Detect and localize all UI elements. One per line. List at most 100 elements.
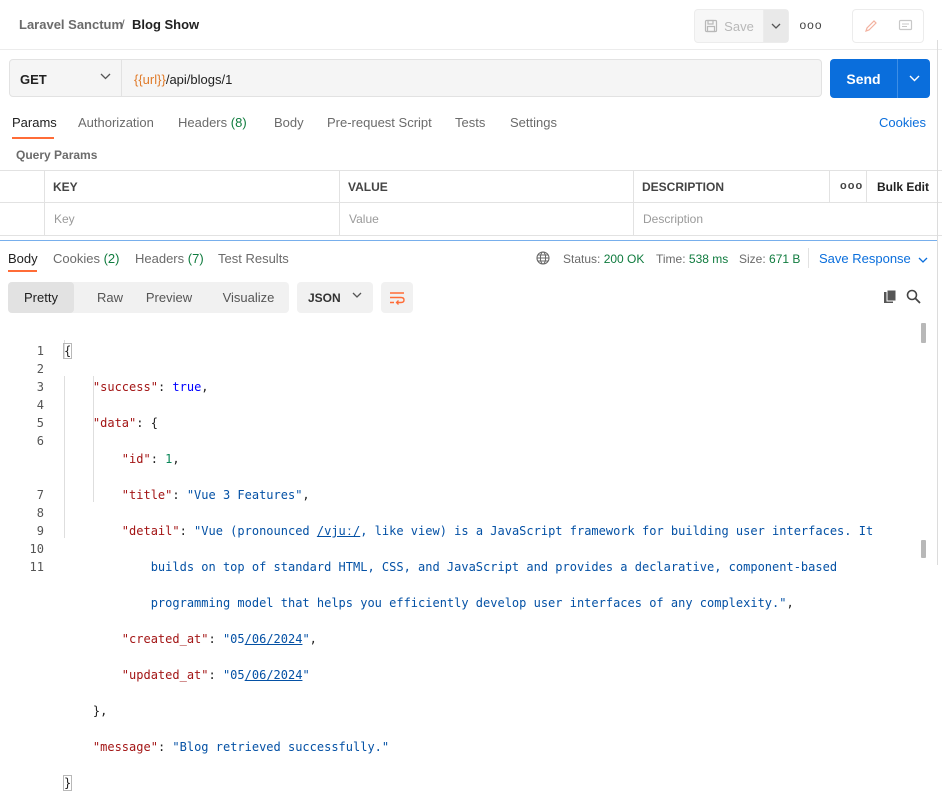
tab-settings[interactable]: Settings [510, 115, 557, 130]
time-readout[interactable]: Time: 538 ms [656, 252, 728, 266]
request-name[interactable]: Blog Show [132, 17, 199, 32]
table-col-divider [339, 170, 340, 235]
pencil-icon [864, 20, 877, 32]
tab-headers-label: Headers [178, 115, 228, 130]
response-tab-headers[interactable]: Headers (7) [135, 251, 204, 266]
send-dropdown-button[interactable] [898, 59, 930, 98]
line-number [14, 450, 44, 468]
copy-icon[interactable] [883, 289, 898, 304]
json-value: programming model that helps you efficie… [150, 596, 787, 610]
comment-icon [898, 19, 913, 31]
param-key-input[interactable]: Key [54, 212, 75, 226]
json-value: , like view) is a JavaScript framework f… [360, 524, 874, 538]
save-dropdown-button[interactable] [764, 10, 788, 42]
view-pretty-button[interactable]: Pretty [8, 282, 74, 313]
wrap-lines-button[interactable] [381, 282, 413, 313]
save-response-button[interactable]: Save Response [819, 251, 928, 266]
code-scrollbar-thumb[interactable] [921, 323, 926, 343]
table-border-mid [0, 202, 942, 203]
json-value: "Vue (pronounced [194, 524, 317, 538]
status-readout[interactable]: Status: 200 OK [563, 252, 644, 266]
response-tab-test-results[interactable]: Test Results [218, 251, 289, 266]
json-key: "detail" [121, 524, 180, 538]
response-code[interactable]: { "success": true, "data": { "id": 1, "t… [62, 324, 874, 810]
chevron-down-icon [909, 75, 919, 82]
cookies-link[interactable]: Cookies [879, 115, 926, 130]
url-variable: {{url}} [134, 72, 166, 87]
line-number: 1 [36, 344, 44, 358]
side-panel-icons [852, 9, 924, 43]
json-key: "title" [121, 488, 173, 502]
size-label: Size: [739, 252, 766, 266]
response-tab-body[interactable]: Body [8, 251, 38, 266]
format-select[interactable]: JSON [297, 282, 373, 313]
table-col-divider [44, 170, 45, 235]
format-label: JSON [308, 291, 341, 305]
save-response-label: Save Response [819, 251, 911, 266]
param-description-input[interactable]: Description [643, 212, 703, 226]
json-value: " [302, 632, 310, 646]
line-number: 10 [29, 542, 44, 556]
json-value-link[interactable]: /06/2024 [245, 632, 303, 646]
more-options-button[interactable]: ooo [799, 14, 822, 36]
time-label: Time: [656, 252, 686, 266]
line-number: 11 [29, 560, 44, 574]
json-key: "message" [92, 740, 158, 754]
tab-authorization[interactable]: Authorization [78, 115, 154, 130]
line-number: 5 [36, 416, 44, 430]
search-icon[interactable] [906, 289, 921, 304]
code-scrollbar-marker[interactable] [921, 540, 926, 558]
method-select[interactable]: GET [9, 59, 122, 97]
json-value-link[interactable]: /vjuː/ [317, 524, 360, 538]
column-header-key: KEY [53, 180, 78, 194]
line-number: 7 [36, 488, 44, 502]
json-key: "id" [121, 452, 151, 466]
table-more-button[interactable]: ooo [840, 180, 863, 192]
table-border-bottom [0, 235, 942, 236]
param-value-input[interactable]: Value [349, 212, 379, 226]
active-tab-indicator [12, 137, 54, 139]
view-preview-button[interactable]: Preview [141, 282, 197, 313]
response-tab-headers-label: Headers [135, 251, 185, 266]
tab-headers[interactable]: Headers (8) [178, 115, 247, 130]
chevron-down-icon [100, 73, 111, 80]
response-tab-cookies-label: Cookies [53, 251, 100, 266]
response-tab-headers-count: (7) [187, 251, 204, 266]
response-pane-divider[interactable] [0, 240, 938, 241]
size-readout[interactable]: Size: 671 B [739, 252, 800, 266]
status-label: Status: [563, 252, 601, 266]
breadcrumb-separator: / [121, 17, 125, 32]
edit-button[interactable] [853, 10, 888, 42]
line-number [14, 468, 44, 486]
view-raw-button[interactable]: Raw [78, 282, 142, 313]
chevron-down-icon [918, 257, 928, 263]
bulk-edit-button[interactable]: Bulk Edit [877, 180, 929, 194]
view-visualize-button[interactable]: Visualize [211, 282, 286, 313]
tab-body[interactable]: Body [274, 115, 304, 130]
save-button-group: Save [694, 9, 789, 43]
json-value: "Blog retrieved successfully." [172, 740, 390, 754]
line-number: 3 [36, 380, 44, 394]
tab-params[interactable]: Params [12, 115, 57, 130]
url-input[interactable]: {{url}}/api/blogs/1 [122, 59, 822, 97]
json-value: 1 [165, 452, 173, 466]
line-numbers: 1 2 3 4 5 6 7 8 9 10 11 [14, 324, 44, 594]
json-value-link[interactable]: /06/2024 [245, 668, 303, 682]
send-button[interactable]: Send [830, 59, 897, 98]
chevron-down-icon [352, 292, 362, 298]
comments-button[interactable] [888, 10, 923, 42]
tab-tests[interactable]: Tests [455, 115, 485, 130]
save-button[interactable]: Save [695, 10, 764, 42]
breadcrumb-collection[interactable]: Laravel Sanctum [19, 17, 123, 32]
active-response-tab-indicator [8, 270, 37, 272]
table-col-divider [829, 170, 830, 202]
table-col-divider [633, 170, 634, 235]
query-params-title: Query Params [16, 148, 98, 162]
json-value: true [172, 380, 202, 394]
send-button-group: Send [830, 59, 930, 98]
response-tab-cookies[interactable]: Cookies (2) [53, 251, 119, 266]
json-key: "data" [92, 416, 137, 430]
view-mode-selector: Pretty Raw Preview Visualize [8, 282, 289, 313]
tab-pre-request-script[interactable]: Pre-request Script [327, 115, 432, 130]
globe-icon[interactable] [536, 251, 550, 265]
